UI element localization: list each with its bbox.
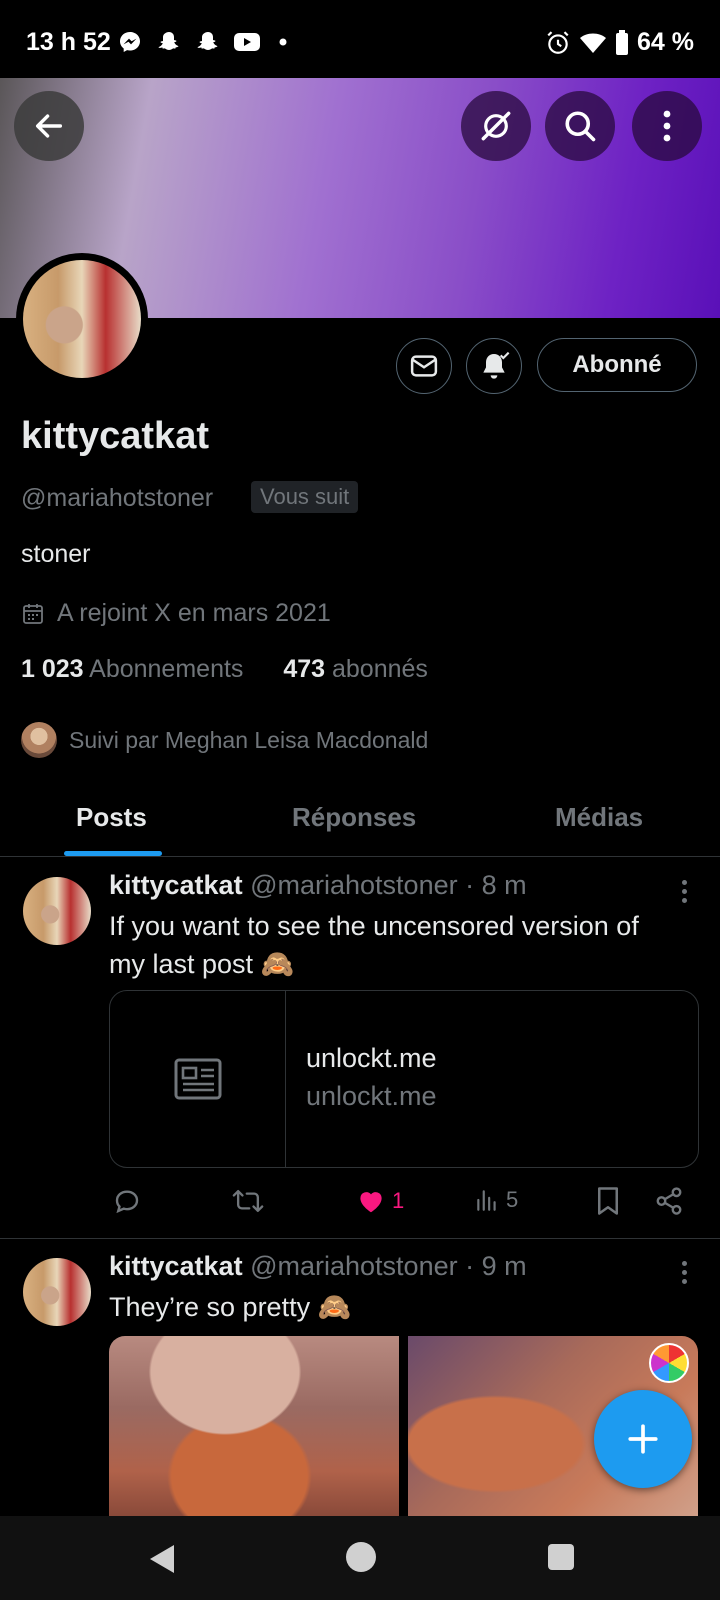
- link-card-domain: unlockt.me: [306, 1081, 437, 1111]
- link-card-title: unlockt.me: [306, 1043, 437, 1073]
- wifi-icon: [580, 33, 607, 53]
- post-time: · 9 m: [465, 1251, 527, 1281]
- notifications-button[interactable]: [466, 338, 522, 394]
- post-author-name[interactable]: kittycatkat: [109, 870, 243, 900]
- like-count: 1: [392, 1188, 405, 1213]
- envelope-icon: [410, 355, 438, 377]
- post-author-avatar[interactable]: [23, 877, 91, 945]
- follow-stats: 1 023 Abonnements 473 abonnés: [21, 655, 428, 684]
- snapchat-icon: [158, 32, 179, 50]
- grok-icon: [481, 111, 511, 141]
- more-options-button[interactable]: [632, 91, 702, 161]
- snapchat-icon: [197, 32, 218, 50]
- post-divider: [0, 1238, 720, 1239]
- messenger-icon: [120, 32, 140, 52]
- nav-home-button[interactable]: [346, 1542, 376, 1572]
- views-button[interactable]: 5: [474, 1186, 518, 1214]
- link-card-thumbnail: [110, 991, 286, 1167]
- more-vertical-icon: [663, 110, 671, 142]
- reply-icon: [115, 1190, 139, 1214]
- battery-percent: 64 %: [637, 28, 694, 56]
- bookmark-button[interactable]: [595, 1186, 621, 1216]
- views-count: 5: [506, 1187, 519, 1212]
- post-header: kittycatkat @mariahotstoner · 9 m: [109, 1251, 527, 1282]
- followers-count: 473: [283, 655, 326, 683]
- status-time: 13 h 52: [26, 28, 111, 56]
- alarm-icon: [547, 30, 569, 54]
- following-button[interactable]: Abonné: [537, 338, 697, 392]
- back-button[interactable]: [14, 91, 84, 161]
- nav-back-icon[interactable]: [148, 1543, 176, 1575]
- profile-tabs: Posts Réponses Médias: [0, 770, 720, 857]
- search-icon: [565, 111, 596, 142]
- joined-date: A rejoint X en mars 2021: [21, 599, 331, 628]
- post-header: kittycatkat @mariahotstoner · 8 m: [109, 870, 527, 901]
- followed-by[interactable]: Suivi par Meghan Leisa Macdonald: [21, 722, 428, 758]
- plus-icon: [628, 1424, 658, 1454]
- repost-button[interactable]: [232, 1186, 264, 1216]
- youtube-icon: [234, 33, 260, 51]
- active-tab-indicator: [64, 851, 162, 856]
- grok-button[interactable]: [461, 91, 531, 161]
- post-author-avatar[interactable]: [23, 1258, 91, 1326]
- followers-link[interactable]: 473 abonnés: [283, 655, 428, 683]
- share-icon: [656, 1187, 682, 1215]
- tab-replies[interactable]: Réponses: [292, 802, 416, 833]
- post-author-handle: @mariahotstoner: [250, 1251, 458, 1281]
- post-author-handle: @mariahotstoner: [250, 870, 458, 900]
- followed-by-text: Suivi par Meghan Leisa Macdonald: [69, 726, 429, 753]
- link-card[interactable]: unlockt.me unlockt.me: [109, 990, 699, 1168]
- post-time: · 8 m: [465, 870, 527, 900]
- like-button[interactable]: 1: [356, 1186, 404, 1216]
- calendar-icon: [23, 603, 43, 624]
- bell-check-icon: [483, 351, 510, 379]
- bookmark-icon: [598, 1187, 618, 1215]
- profile-handle: @mariahotstoner: [21, 484, 214, 512]
- following-count: 1 023: [21, 655, 84, 683]
- arrow-left-icon: [35, 114, 63, 138]
- joined-text: A rejoint X en mars 2021: [57, 599, 331, 627]
- post-text-line: my last post 🙈: [109, 949, 295, 979]
- message-button[interactable]: [396, 338, 452, 394]
- share-button[interactable]: [654, 1186, 684, 1216]
- battery-icon: [616, 29, 629, 55]
- repost-icon: [232, 1189, 264, 1213]
- search-button[interactable]: [545, 91, 615, 161]
- post-media-image[interactable]: [109, 1336, 399, 1516]
- post-text: If you want to see the uncensored versio…: [109, 907, 639, 983]
- followers-label: abonnés: [332, 655, 428, 683]
- reply-button[interactable]: [112, 1186, 142, 1216]
- following-link[interactable]: 1 023 Abonnements: [21, 655, 243, 683]
- lollipop-sticker: [649, 1343, 689, 1383]
- article-icon: [174, 1058, 221, 1100]
- post-more-button[interactable]: [682, 880, 688, 903]
- status-bar: 13 h 52 64 %: [0, 0, 720, 78]
- profile-bio: stoner: [21, 540, 91, 568]
- heart-filled-icon: [360, 1192, 382, 1213]
- tab-posts[interactable]: Posts: [76, 802, 147, 833]
- post-more-button[interactable]: [682, 1261, 688, 1284]
- analytics-icon: [477, 1190, 496, 1211]
- nav-recents-button[interactable]: [548, 1544, 574, 1570]
- post-author-name[interactable]: kittycatkat: [109, 1251, 243, 1281]
- compose-post-button[interactable]: [594, 1390, 692, 1488]
- status-right: 64 %: [545, 28, 694, 57]
- avatar-image: [23, 260, 141, 378]
- follows-you-badge: Vous suit: [251, 481, 359, 513]
- follower-avatar: [21, 722, 57, 758]
- dot-icon: [279, 38, 287, 46]
- post-text-line: If you want to see the uncensored versio…: [109, 911, 639, 941]
- profile-avatar[interactable]: [16, 253, 148, 385]
- following-label: Abonnements: [89, 655, 244, 683]
- post-text: They’re so pretty 🙈: [109, 1292, 352, 1322]
- display-name: kittycatkat: [21, 415, 209, 457]
- tab-media[interactable]: Médias: [555, 802, 643, 833]
